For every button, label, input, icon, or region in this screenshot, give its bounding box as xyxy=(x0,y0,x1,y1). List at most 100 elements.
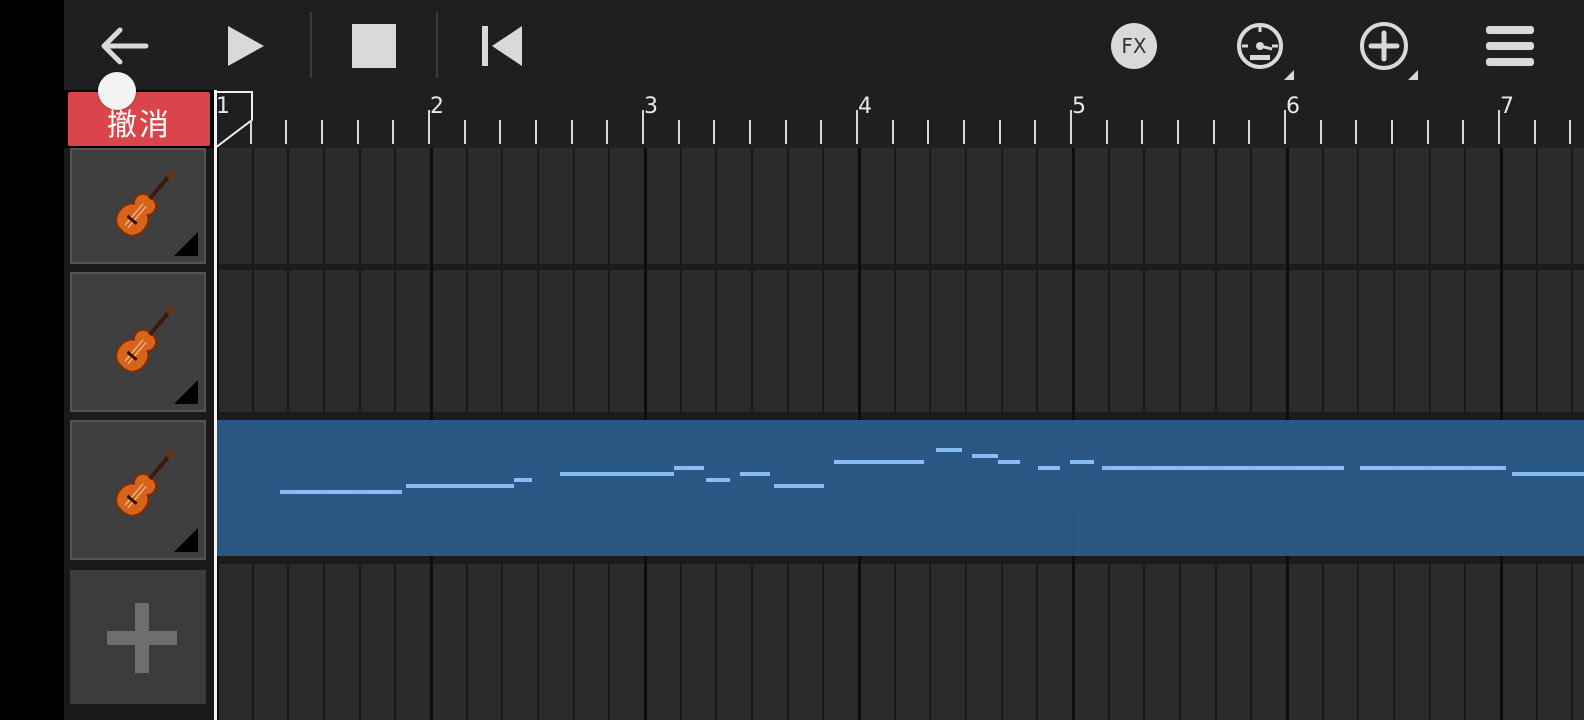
ruler-beat-tick xyxy=(998,120,1001,144)
undo-button[interactable]: 撤消 xyxy=(68,92,210,146)
menu-button[interactable] xyxy=(1478,14,1542,78)
track-options-corner-icon[interactable] xyxy=(174,380,198,404)
ruler-beat-tick xyxy=(784,120,787,144)
tempo-button[interactable] xyxy=(1228,14,1294,80)
ruler-beat-tick xyxy=(927,120,930,144)
play-button[interactable] xyxy=(214,14,278,78)
ruler-bar-number: 7 xyxy=(1500,94,1514,119)
ruler-beat-tick xyxy=(1533,120,1536,144)
ruler-beat-tick xyxy=(606,120,609,144)
ruler-beat-tick xyxy=(1391,120,1393,144)
ruler-bar-tick xyxy=(1498,110,1500,144)
midi-note[interactable] xyxy=(1070,460,1094,464)
violin-icon xyxy=(115,450,175,517)
ruler-beat-tick xyxy=(321,120,323,144)
midi-region[interactable] xyxy=(216,420,1584,556)
ruler-beat-tick xyxy=(535,120,537,144)
hamburger-menu-icon xyxy=(1486,26,1534,66)
dropdown-corner-icon xyxy=(1408,70,1418,80)
midi-note[interactable] xyxy=(1512,472,1584,476)
fx-icon: FX xyxy=(1111,23,1157,69)
midi-note[interactable] xyxy=(706,478,730,482)
stop-button[interactable] xyxy=(342,14,406,78)
ruler-bar-tick xyxy=(428,110,430,144)
fx-button[interactable]: FX xyxy=(1102,14,1166,78)
add-button[interactable] xyxy=(1352,14,1418,80)
back-arrow-icon xyxy=(101,27,149,65)
ruler-beat-tick xyxy=(677,120,680,144)
ruler-bar-tick xyxy=(1284,110,1286,144)
ruler-beat-tick xyxy=(820,120,823,144)
track-header-1[interactable] xyxy=(70,148,206,264)
ruler-beat-tick xyxy=(249,120,252,144)
ruler-bar-number: 6 xyxy=(1286,94,1300,119)
ruler-beat-tick xyxy=(1462,120,1465,144)
top-toolbar: FX xyxy=(64,0,1584,90)
midi-note[interactable] xyxy=(936,448,962,452)
ruler-beat-tick xyxy=(1355,120,1358,144)
ruler-beat-tick xyxy=(392,120,395,144)
add-circle-icon xyxy=(1360,22,1408,70)
ruler-beat-tick xyxy=(1569,120,1572,144)
midi-note[interactable] xyxy=(998,460,1020,464)
plus-icon xyxy=(107,603,177,673)
rewind-to-start-button[interactable] xyxy=(470,14,534,78)
track-lane-4 xyxy=(216,564,1584,720)
ruler-bar-number: 4 xyxy=(858,94,872,119)
track-options-corner-icon[interactable] xyxy=(174,232,198,256)
ruler-beat-tick xyxy=(499,120,502,144)
ruler-beat-tick xyxy=(1319,120,1322,144)
playhead[interactable] xyxy=(214,90,217,720)
midi-note[interactable] xyxy=(740,472,770,476)
stop-icon xyxy=(352,24,396,68)
midi-note[interactable] xyxy=(1360,466,1506,470)
ruler-bar-tick xyxy=(642,110,644,144)
midi-note[interactable] xyxy=(1038,466,1060,470)
midi-note[interactable] xyxy=(774,484,824,488)
ruler-beat-tick xyxy=(356,120,359,144)
midi-note[interactable] xyxy=(406,484,514,488)
ruler-bar-tick xyxy=(856,110,858,144)
timeline-ruler[interactable]: 1 2 3 4 5 6 7 xyxy=(214,90,1584,149)
midi-note[interactable] xyxy=(560,472,674,476)
ruler-beat-tick xyxy=(1105,120,1108,144)
add-track-button[interactable] xyxy=(70,570,206,704)
metronome-icon xyxy=(1237,23,1283,69)
violin-icon xyxy=(115,306,175,373)
ruler-beat-tick xyxy=(713,120,716,144)
midi-note[interactable] xyxy=(972,454,998,458)
fx-label: FX xyxy=(1121,34,1147,58)
track-header-2[interactable] xyxy=(70,272,206,412)
arrangement-grid[interactable] xyxy=(216,148,1584,720)
left-system-bar xyxy=(0,0,64,720)
ruler-bar-number: 1 xyxy=(216,94,230,119)
midi-note[interactable] xyxy=(674,466,704,470)
back-button[interactable] xyxy=(92,14,156,78)
track-lane-2[interactable] xyxy=(216,270,1584,412)
ruler-beat-tick xyxy=(1426,120,1429,144)
ruler-beat-tick xyxy=(1212,120,1215,144)
ruler-beat-tick xyxy=(1034,120,1037,144)
ruler-beat-tick xyxy=(1248,120,1251,144)
midi-note[interactable] xyxy=(1102,466,1344,470)
ruler-beat-tick xyxy=(285,120,288,144)
track-header-3[interactable] xyxy=(70,420,206,560)
ruler-beat-tick xyxy=(1177,120,1179,144)
ruler-beat-tick xyxy=(749,120,751,144)
play-icon xyxy=(228,26,264,66)
violin-icon xyxy=(115,170,175,237)
track-lane-1[interactable] xyxy=(216,148,1584,264)
track-options-corner-icon[interactable] xyxy=(174,528,198,552)
tracks-area xyxy=(64,148,1584,720)
midi-note[interactable] xyxy=(280,490,402,494)
ruler-beat-tick xyxy=(570,120,573,144)
ruler-bar-number: 5 xyxy=(1072,94,1086,119)
touch-indicator xyxy=(98,72,136,110)
ruler-beat-tick xyxy=(463,120,466,144)
midi-note[interactable] xyxy=(834,460,924,464)
ruler-bar-number: 3 xyxy=(644,94,658,119)
ruler-beat-tick xyxy=(891,120,894,144)
midi-note[interactable] xyxy=(514,478,532,482)
toolbar-divider xyxy=(310,12,312,78)
app-window: FX 1 2 3 4 5 6 7 撤消 xyxy=(0,0,1584,720)
